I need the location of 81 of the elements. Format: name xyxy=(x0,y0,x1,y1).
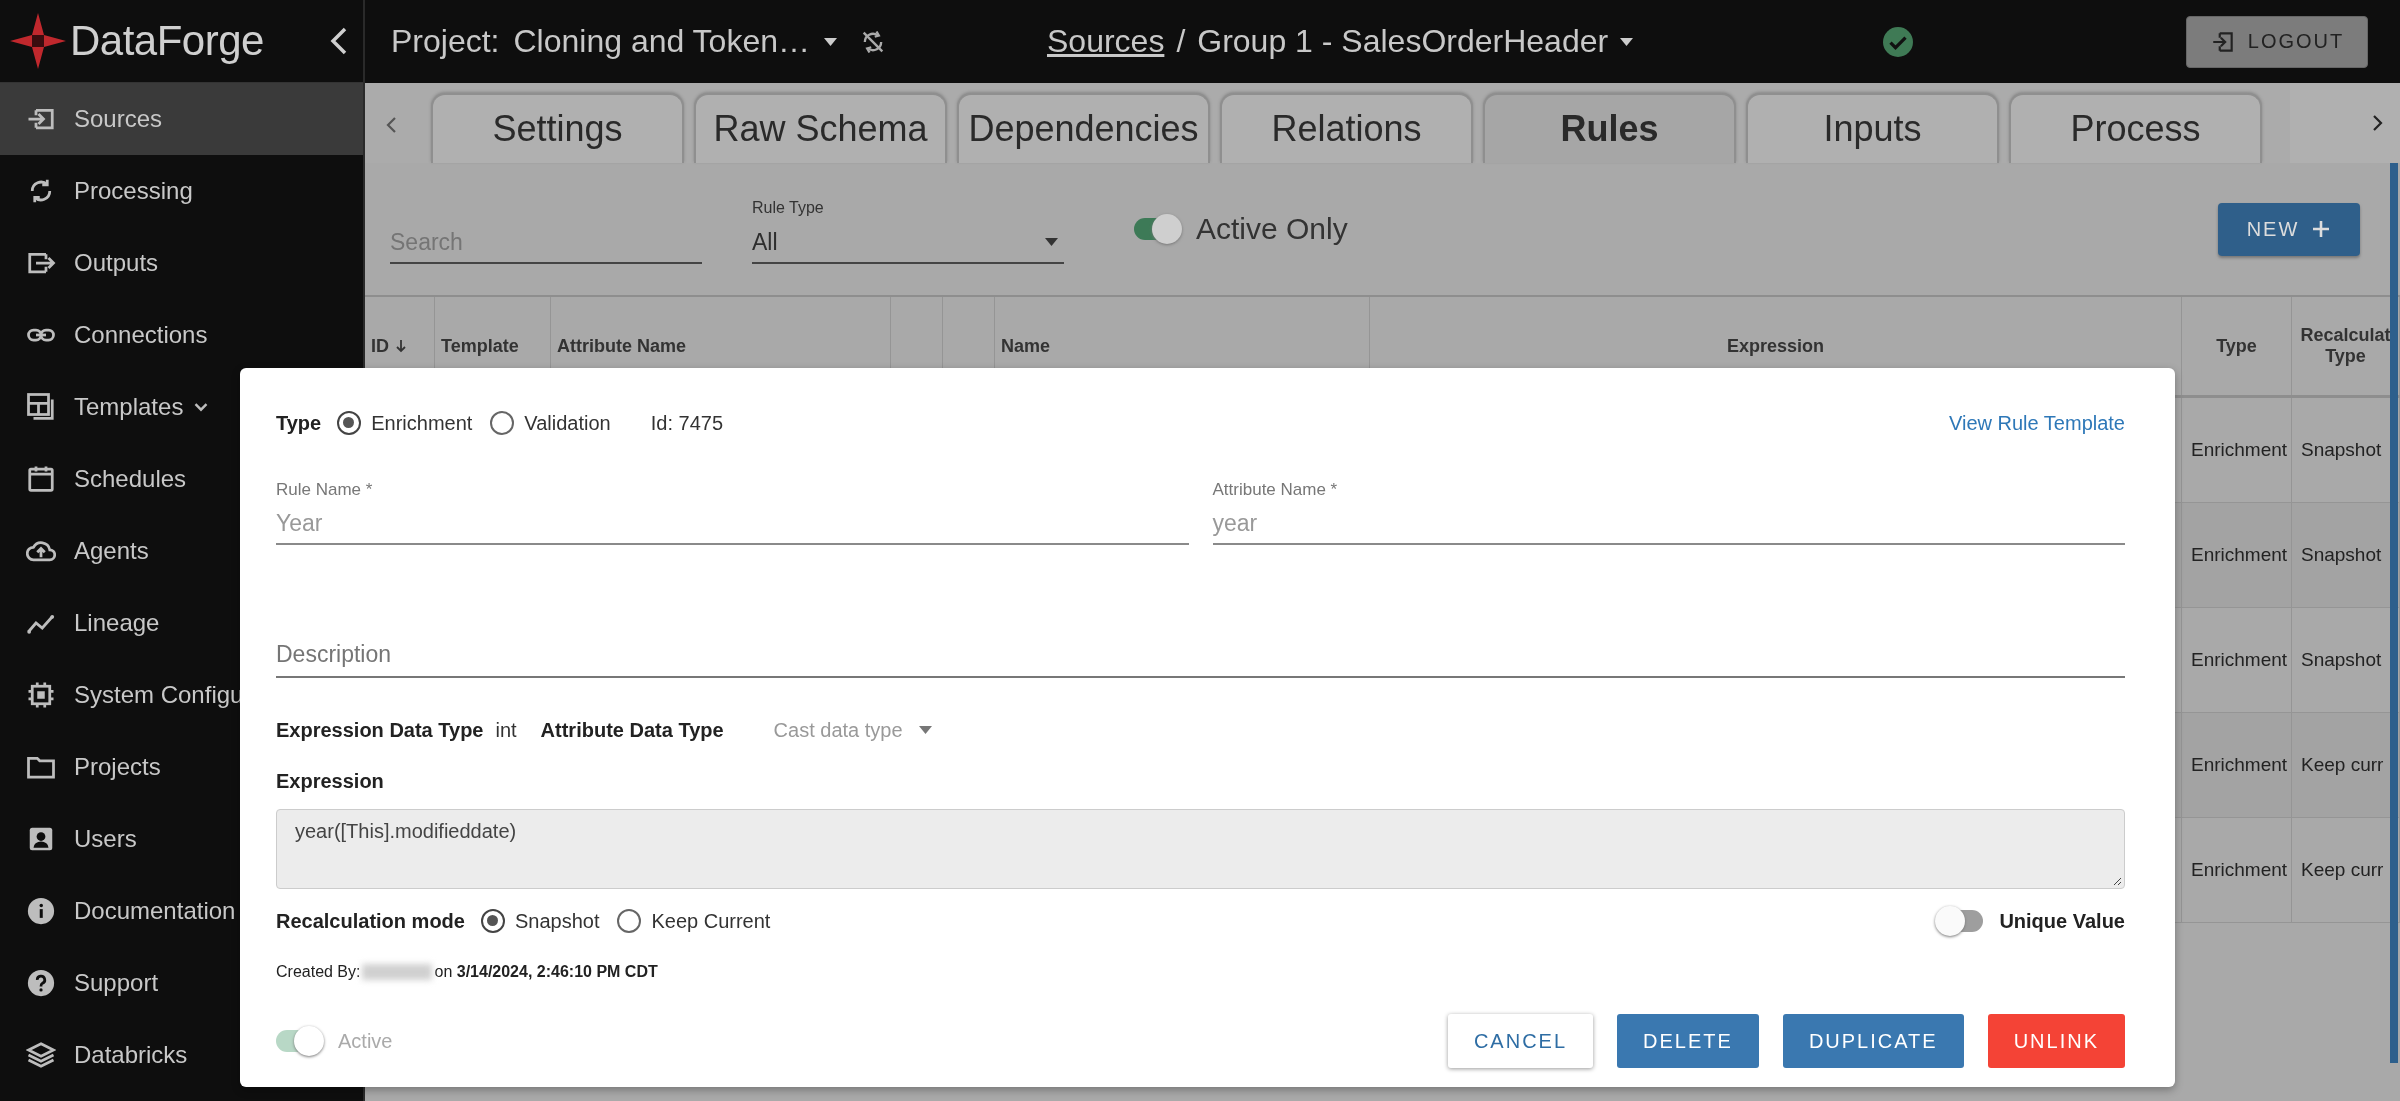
field-label: Expression Data Type xyxy=(276,718,484,742)
sidebar-item[interactable]: Processing xyxy=(0,155,363,227)
breadcrumb-current[interactable]: Group 1 - SalesOrderHeader xyxy=(1197,23,1609,60)
caret-icon xyxy=(918,726,932,734)
project-selector[interactable]: Project: Cloning and Token… xyxy=(391,23,837,60)
tab[interactable]: Raw Schema xyxy=(694,93,947,163)
radio-label: Keep Current xyxy=(651,909,771,933)
cancel-button[interactable]: CANCEL xyxy=(1447,1014,1594,1068)
sidebar-item[interactable]: Connections xyxy=(0,299,363,371)
unlink-button[interactable]: UNLINK xyxy=(1987,1014,2125,1068)
help-icon xyxy=(26,968,56,998)
logo-text: DataForge xyxy=(70,17,264,65)
toggle-label: Unique Value xyxy=(1999,909,2125,933)
field-label: Attribute Name * xyxy=(1212,480,1339,500)
field-label: Rule Name * xyxy=(276,480,374,500)
field-label: Expression xyxy=(276,770,385,793)
radio-button[interactable] xyxy=(617,909,642,933)
radio-button[interactable] xyxy=(337,411,362,435)
view-template-link[interactable]: View Rule Template xyxy=(1948,411,2125,435)
sidebar-item[interactable]: Outputs xyxy=(0,227,363,299)
radio-label: Validation xyxy=(524,411,611,435)
breadcrumb-separator: / xyxy=(1176,23,1186,60)
radio-label: Snapshot xyxy=(514,909,600,933)
created-by-label: Created By: xyxy=(276,963,361,981)
table-cell: Keep curr xyxy=(2301,754,2384,776)
field-value: year xyxy=(1212,510,1258,537)
templates-icon xyxy=(26,392,56,422)
tab[interactable]: Inputs xyxy=(1746,93,1999,163)
table-cell: Snapshot xyxy=(2301,544,2382,566)
id-text: Id: 7475 xyxy=(650,411,723,435)
scrollbar[interactable] xyxy=(2390,163,2398,1063)
radio-label: Enrichment xyxy=(371,411,473,435)
description-field[interactable]: Description xyxy=(276,641,2125,678)
arrow-down-icon xyxy=(395,339,407,353)
expression-field[interactable]: year([This].modifieddate) xyxy=(276,809,2125,889)
table-cell: Enrichment xyxy=(2191,439,2288,461)
action-button[interactable]: DUPLICATE xyxy=(1782,1014,1964,1068)
chevron-right-icon xyxy=(2372,113,2384,133)
caret-icon xyxy=(1045,238,1058,246)
table-cell: Keep curr xyxy=(2301,859,2384,881)
radio-button[interactable] xyxy=(480,909,505,933)
chip-icon xyxy=(26,680,56,710)
calendar-icon xyxy=(26,464,56,494)
layers-icon xyxy=(26,1040,56,1070)
radio-button[interactable] xyxy=(490,411,515,435)
sidebar-item[interactable]: Sources xyxy=(0,83,363,155)
collapse-icon[interactable] xyxy=(329,26,349,56)
new-button[interactable]: NEW xyxy=(2218,202,2360,256)
info-icon xyxy=(26,896,56,926)
table-cell: Snapshot xyxy=(2301,649,2382,671)
table-cell: Snapshot xyxy=(2301,439,2382,461)
caret-icon[interactable] xyxy=(1620,37,1634,46)
logout-button[interactable]: LOGOUT xyxy=(2186,15,2368,68)
plus-icon xyxy=(2311,219,2332,239)
caret-icon xyxy=(824,37,837,46)
toggle-label: Active xyxy=(338,1029,393,1053)
rule-type-select[interactable]: Rule Type All xyxy=(752,198,1064,264)
chevron-left-icon[interactable] xyxy=(385,115,397,135)
field-value: Year xyxy=(276,510,323,537)
table-cell: Enrichment xyxy=(2191,649,2288,671)
breadcrumb-link[interactable]: Sources xyxy=(1047,23,1165,60)
field-value: int xyxy=(495,718,517,742)
tab[interactable]: Rules xyxy=(1483,93,1736,163)
table-cell: Enrichment xyxy=(2191,544,2288,566)
created-date: on 3/14/2024, 2:46:10 PM CDT xyxy=(434,963,658,981)
resize-handle-icon[interactable] xyxy=(2112,876,2122,886)
tab[interactable]: Settings xyxy=(431,93,684,163)
action-button[interactable]: DELETE xyxy=(1617,1014,1759,1068)
field-label: Type xyxy=(276,411,322,435)
tab[interactable]: Relations xyxy=(1220,93,1473,163)
redacted-name xyxy=(362,964,433,980)
table-cell: Enrichment xyxy=(2191,754,2288,776)
toggle-label: Active Only xyxy=(1196,212,1348,246)
table-cell: Enrichment xyxy=(2191,859,2288,881)
check-circle-icon xyxy=(1883,26,1914,57)
field-label: Attribute Data Type xyxy=(540,718,724,742)
tab[interactable]: Dependencies xyxy=(957,93,1210,163)
column-header[interactable]: Type xyxy=(2182,297,2292,395)
chevron-down-icon xyxy=(193,401,210,413)
field-label: Recalculation mode xyxy=(276,909,465,933)
tab[interactable]: Process xyxy=(2009,93,2262,163)
